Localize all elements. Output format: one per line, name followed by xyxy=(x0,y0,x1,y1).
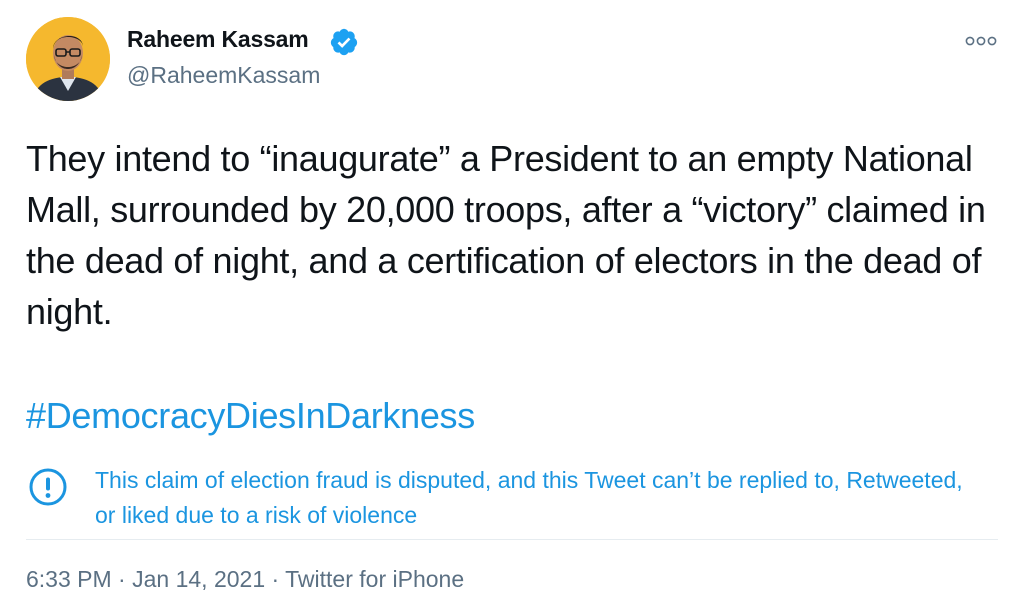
info-circle-icon xyxy=(29,468,67,506)
hashtag-link[interactable]: #DemocracyDiesInDarkness xyxy=(26,390,475,441)
tweet-time[interactable]: 6:33 PM xyxy=(26,566,112,592)
tweet-text: They intend to “inaugurate” a President … xyxy=(26,138,986,332)
avatar-portrait xyxy=(26,17,110,101)
more-dots-icon xyxy=(965,36,997,46)
dispute-notice-text[interactable]: This claim of election fraud is disputed… xyxy=(95,463,975,533)
tweet-source[interactable]: Twitter for iPhone xyxy=(285,566,464,592)
meta-separator: · xyxy=(111,566,133,592)
author-handle[interactable]: @RaheemKassam xyxy=(127,62,320,89)
meta-separator: · xyxy=(265,566,286,592)
verified-badge-icon xyxy=(330,28,358,56)
author-display-name[interactable]: Raheem Kassam xyxy=(127,26,309,53)
divider xyxy=(26,539,998,540)
avatar[interactable] xyxy=(26,17,110,101)
tweet-date[interactable]: Jan 14, 2021 xyxy=(132,566,265,592)
tweet-card: Raheem Kassam @RaheemKassam They intend … xyxy=(0,0,1024,613)
more-options-button[interactable] xyxy=(962,28,1000,54)
tweet-meta: 6:33 PM · Jan 14, 2021 · Twitter for iPh… xyxy=(26,566,464,593)
